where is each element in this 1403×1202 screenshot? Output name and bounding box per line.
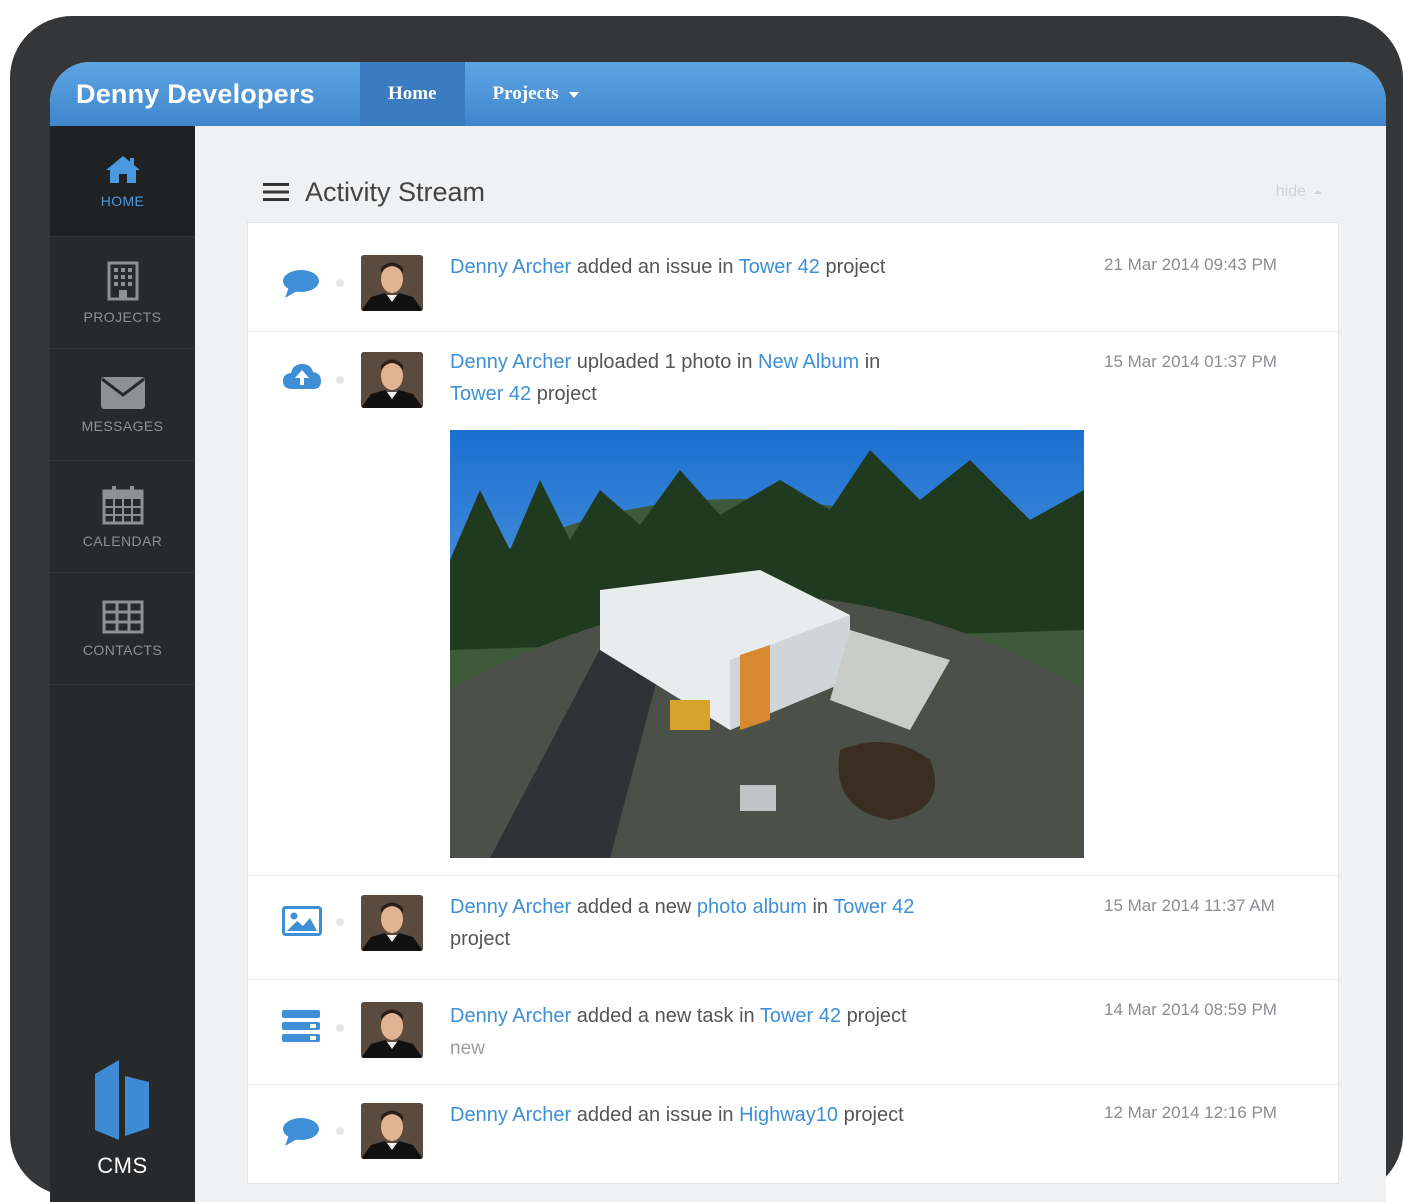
avatar[interactable] bbox=[361, 895, 423, 951]
main-content: Activity Stream hide Denny Archer added … bbox=[195, 126, 1386, 1202]
caret-down-icon bbox=[568, 91, 579, 98]
cms-logo-icon bbox=[94, 1060, 149, 1140]
timeline-dot bbox=[336, 1127, 344, 1135]
hide-label: hide bbox=[1275, 183, 1306, 200]
project-link[interactable]: Highway10 bbox=[739, 1104, 838, 1126]
activity-timestamp: 21 Mar 2014 09:43 PM bbox=[1104, 255, 1277, 274]
activity-timestamp: 15 Mar 2014 01:37 PM bbox=[1104, 352, 1277, 371]
picture-icon bbox=[282, 906, 322, 936]
avatar[interactable] bbox=[361, 352, 423, 408]
project-link[interactable]: Tower 42 bbox=[739, 256, 820, 278]
sidebar-item-label: HOME bbox=[100, 193, 145, 209]
timeline-dot bbox=[336, 279, 344, 287]
activity-suffix: project bbox=[846, 1005, 907, 1027]
avatar[interactable] bbox=[361, 1103, 423, 1159]
activity-timestamp: 12 Mar 2014 12:16 PM bbox=[1104, 1103, 1277, 1122]
activity-mid: in bbox=[864, 351, 881, 373]
device-frame: Denny Developers Home Projects HOME PROJ… bbox=[10, 16, 1403, 1202]
activity-timestamp: 14 Mar 2014 08:59 PM bbox=[1104, 1000, 1277, 1019]
comment-icon bbox=[283, 1118, 319, 1146]
activity-entry: Denny Archer added an issue in Highway10… bbox=[248, 1085, 1338, 1185]
nav-projects-dropdown[interactable]: Projects bbox=[465, 62, 607, 126]
caret-up-icon bbox=[1314, 189, 1322, 194]
album-link[interactable]: photo album bbox=[697, 896, 807, 918]
activity-entry: Denny Archer added a new photo album in … bbox=[248, 876, 1338, 980]
timeline-dot bbox=[336, 1024, 344, 1032]
user-link[interactable]: Denny Archer bbox=[450, 1104, 571, 1126]
sidebar-item-calendar[interactable]: CALENDAR bbox=[50, 461, 195, 573]
activity-verb: added a new bbox=[576, 896, 692, 918]
activity-suffix: project bbox=[450, 928, 511, 950]
sidebar-item-label: CALENDAR bbox=[82, 532, 163, 549]
avatar-photo bbox=[361, 1103, 423, 1159]
brand-title[interactable]: Denny Developers bbox=[50, 62, 360, 126]
menu-icon bbox=[263, 183, 289, 201]
cms-label: CMS bbox=[97, 1153, 148, 1178]
task-status: new bbox=[450, 1038, 485, 1059]
top-navbar: Denny Developers Home Projects bbox=[50, 62, 1386, 126]
avatar-photo bbox=[361, 895, 423, 951]
activity-text: Denny Archer added a new photo album in … bbox=[450, 891, 1010, 955]
activity-mid: in bbox=[812, 896, 829, 918]
activity-stream-panel: Denny Archer added an issue in Tower 42 … bbox=[247, 222, 1339, 1184]
nav-home[interactable]: Home bbox=[360, 62, 465, 126]
sidebar-item-label: MESSAGES bbox=[81, 417, 164, 434]
activity-suffix: project bbox=[843, 1104, 904, 1126]
sidebar-item-home[interactable]: HOME bbox=[50, 126, 195, 237]
comment-icon bbox=[283, 270, 319, 298]
aerial-construction-photo bbox=[450, 430, 1084, 858]
uploaded-photo[interactable] bbox=[450, 430, 1084, 858]
activity-entry: Denny Archer added an issue in Tower 42 … bbox=[248, 223, 1338, 332]
activity-verb: added an issue in bbox=[576, 1104, 734, 1126]
activity-timestamp: 15 Mar 2014 11:37 AM bbox=[1104, 896, 1275, 915]
activity-suffix: project bbox=[825, 256, 886, 278]
timeline-dot bbox=[336, 376, 344, 384]
activity-suffix: project bbox=[536, 383, 597, 405]
grid-icon bbox=[102, 600, 143, 633]
sidebar-item-label: CONTACTS bbox=[82, 641, 163, 658]
sidebar-item-label: PROJECTS bbox=[83, 308, 162, 325]
envelope-icon bbox=[100, 376, 145, 409]
user-link[interactable]: Denny Archer bbox=[450, 256, 571, 278]
activity-verb: added a new task in bbox=[576, 1005, 755, 1027]
sidebar-item-projects[interactable]: PROJECTS bbox=[50, 237, 195, 349]
sidebar-item-contacts[interactable]: CONTACTS bbox=[50, 573, 195, 685]
avatar[interactable] bbox=[361, 255, 423, 311]
activity-verb: added an issue in bbox=[576, 256, 734, 278]
activity-stream-header: Activity Stream hide bbox=[263, 172, 1322, 212]
activity-entry: Denny Archer added a new task in Tower 4… bbox=[248, 980, 1338, 1085]
activity-stream-title: Activity Stream bbox=[305, 176, 486, 207]
building-icon bbox=[107, 261, 138, 300]
avatar-photo bbox=[361, 352, 423, 408]
avatar-photo bbox=[361, 255, 423, 311]
timeline-dot bbox=[336, 918, 344, 926]
calendar-icon bbox=[102, 485, 143, 524]
project-link[interactable]: Tower 42 bbox=[833, 896, 914, 918]
home-icon bbox=[105, 156, 140, 183]
activity-verb: uploaded 1 photo in bbox=[576, 351, 753, 373]
cloud-upload-icon bbox=[283, 364, 321, 389]
cms-logo: CMS bbox=[50, 1058, 195, 1179]
activity-entry: Denny Archer uploaded 1 photo in New Alb… bbox=[248, 332, 1338, 876]
tasks-icon bbox=[282, 1010, 320, 1042]
nav-projects-label: Projects bbox=[492, 83, 559, 104]
sidebar-item-messages[interactable]: MESSAGES bbox=[50, 349, 195, 461]
activity-text: Denny Archer uploaded 1 photo in New Alb… bbox=[450, 346, 1010, 410]
sidebar: HOME PROJECTS MESSAGES CALENDAR CONTACTS… bbox=[50, 126, 195, 1202]
activity-text: Denny Archer added a new task in Tower 4… bbox=[450, 1000, 1010, 1065]
project-link[interactable]: Tower 42 bbox=[450, 383, 531, 405]
app-screen: Denny Developers Home Projects HOME PROJ… bbox=[50, 62, 1386, 1202]
activity-text: Denny Archer added an issue in Highway10… bbox=[450, 1099, 1010, 1131]
project-link[interactable]: Tower 42 bbox=[760, 1005, 841, 1027]
avatar[interactable] bbox=[361, 1002, 423, 1058]
album-link[interactable]: New Album bbox=[758, 351, 859, 373]
user-link[interactable]: Denny Archer bbox=[450, 896, 571, 918]
user-link[interactable]: Denny Archer bbox=[450, 1005, 571, 1027]
avatar-photo bbox=[361, 1002, 423, 1058]
activity-text: Denny Archer added an issue in Tower 42 … bbox=[450, 251, 1010, 283]
hide-toggle[interactable]: hide bbox=[1276, 183, 1322, 201]
user-link[interactable]: Denny Archer bbox=[450, 351, 571, 373]
